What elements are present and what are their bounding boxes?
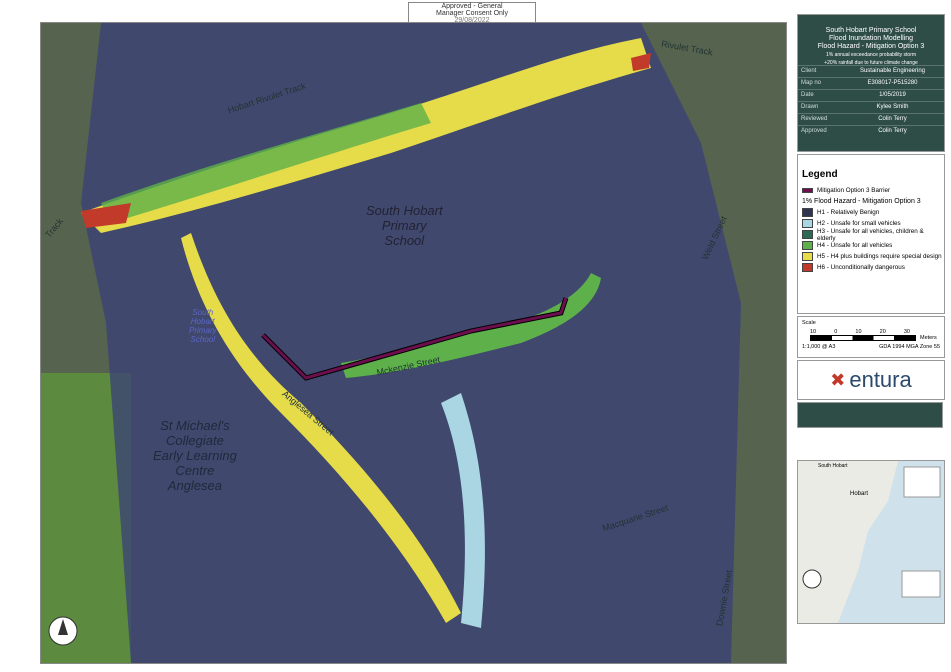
legend-panel: Legend Mitigation Option 3 Barrier 1% Fl… xyxy=(797,154,945,314)
legend-title: Legend xyxy=(802,169,838,180)
label-collegiate: St Michael's Collegiate Early Learning C… xyxy=(153,418,237,493)
inset-map[interactable]: South Hobart Hobart xyxy=(797,460,945,624)
collegiate-line3: Early Learning xyxy=(153,448,237,463)
collegiate-line5: Anglesea xyxy=(167,478,223,493)
entura-mark-icon: ✖ xyxy=(830,369,846,390)
school-big-line3: School xyxy=(384,233,425,248)
legend-item-h5: H5 - H4 plus buildings require special d… xyxy=(802,252,944,261)
title-header: South Hobart Primary School Flood Inunda… xyxy=(798,15,944,66)
tb-val: Kylee Smith xyxy=(876,104,909,110)
inset-map-graphic xyxy=(798,461,944,623)
disclaimer-box xyxy=(797,402,943,428)
h3-label: H3 - Unsafe for all vehicles, children &… xyxy=(817,227,924,242)
tb-row-reviewed: Reviewed Colin Terry xyxy=(798,113,944,125)
inset-north-arrow-icon xyxy=(802,569,822,589)
approval-line2: Manager Consent Only xyxy=(436,10,508,17)
entura-logo: ✖ entura xyxy=(797,360,945,400)
title-option: Flood Hazard - Mitigation Option 3 xyxy=(817,43,925,50)
scale-footer: 1:1,000 @ A3 GDA 1994 MGA Zone 55 xyxy=(802,344,940,350)
tb-row-drawn: Drawn Kylee Smith xyxy=(798,101,944,113)
label-school-small: South Hobart Primary School xyxy=(189,308,217,344)
h1-label: H1 - Relatively Benign xyxy=(817,209,880,216)
map-frame[interactable]: South Hobart Primary School South Hobart… xyxy=(40,22,787,664)
tb-key: Client xyxy=(801,68,817,74)
school-small-line1: South xyxy=(192,308,214,317)
tb-key: Approved xyxy=(801,128,827,134)
h3-swatch xyxy=(802,230,813,239)
school-small-line4: School xyxy=(190,335,216,344)
inset-hobart: Hobart xyxy=(850,491,869,497)
school-small-line2: Hobart xyxy=(190,317,215,326)
tb-key: Reviewed xyxy=(801,116,828,122)
title-school: South Hobart Primary School xyxy=(825,27,917,34)
scale-label: Scale xyxy=(802,320,816,326)
tb-row-approved: Approved Colin Terry xyxy=(798,125,944,137)
h6-label: H6 - Unconditionally dangerous xyxy=(817,264,905,271)
collegiate-line2: Collegiate xyxy=(166,433,224,448)
flood-map[interactable] xyxy=(41,23,786,663)
scale-unit: Meters xyxy=(920,335,937,341)
h5-label: H5 - H4 plus buildings require special d… xyxy=(817,253,942,260)
scale-ratio: 1:1,000 @ A3 xyxy=(802,344,836,350)
school-big-line2: Primary xyxy=(381,218,427,233)
scale-panel: Scale 10 0 10 20 30 Meters 1:1,000 @ A3 … xyxy=(797,316,945,358)
approval-line1: Approved - General xyxy=(441,3,503,10)
collegiate-line4: Centre xyxy=(175,463,215,478)
scale-bar-graphic xyxy=(810,335,916,341)
title-storm1: 1% annual exceedance probability storm xyxy=(825,52,917,58)
inset-tasmania-locator xyxy=(903,466,941,498)
tb-val: Sustainable Engineering xyxy=(859,68,926,74)
tb-key: Date xyxy=(801,92,814,98)
tb-val: Colin Terry xyxy=(878,116,907,122)
inset-logos xyxy=(901,570,941,598)
h6-swatch xyxy=(802,263,813,272)
h4-swatch xyxy=(802,241,813,250)
scale-bar: Meters xyxy=(810,335,944,341)
legend-barrier-label: Mitigation Option 3 Barrier xyxy=(817,187,891,194)
h1-swatch xyxy=(802,208,813,217)
legend-item-h4: H4 - Unsafe for all vehicles xyxy=(802,241,944,250)
legend-item-h1: H1 - Relatively Benign xyxy=(802,208,944,217)
collegiate-line1: St Michael's xyxy=(160,418,230,433)
legend-barrier: Mitigation Option 3 Barrier xyxy=(802,186,944,195)
scale-datum: GDA 1994 MGA Zone 55 xyxy=(879,344,940,350)
h4-label: H4 - Unsafe for all vehicles xyxy=(817,242,893,249)
barrier-swatch xyxy=(802,188,813,193)
tb-val: E308017-P515280 xyxy=(867,80,918,86)
tb-row-mapno: Map no E308017-P515280 xyxy=(798,77,944,89)
h5-swatch xyxy=(802,252,813,261)
inset-south-hobart: South Hobart xyxy=(818,463,848,469)
school-small-line3: Primary xyxy=(189,326,217,335)
tb-key: Drawn xyxy=(801,104,819,110)
h2-label: H2 - Unsafe for small vehicles xyxy=(817,220,901,227)
tb-key: Map no xyxy=(801,80,822,86)
tb-val: Colin Terry xyxy=(878,128,907,134)
school-big-line1: South Hobart xyxy=(366,203,443,218)
tb-val: 1/05/2019 xyxy=(879,92,906,98)
entura-logo-text: entura xyxy=(849,367,912,392)
title-block: South Hobart Primary School Flood Inunda… xyxy=(797,14,945,152)
legend-hazard-title: 1% Flood Hazard - Mitigation Option 3 xyxy=(802,198,921,205)
legend-item-h3: H3 - Unsafe for all vehicles, children &… xyxy=(802,227,944,242)
title-modelling: Flood Inundation Modelling xyxy=(828,35,914,42)
tb-row-date: Date 1/05/2019 xyxy=(798,89,944,101)
tb-row-client: Client Sustainable Engineering xyxy=(798,65,944,77)
label-school-big: South Hobart Primary School xyxy=(366,203,443,248)
legend-item-h6: H6 - Unconditionally dangerous xyxy=(802,263,944,272)
h2-swatch xyxy=(802,219,813,228)
